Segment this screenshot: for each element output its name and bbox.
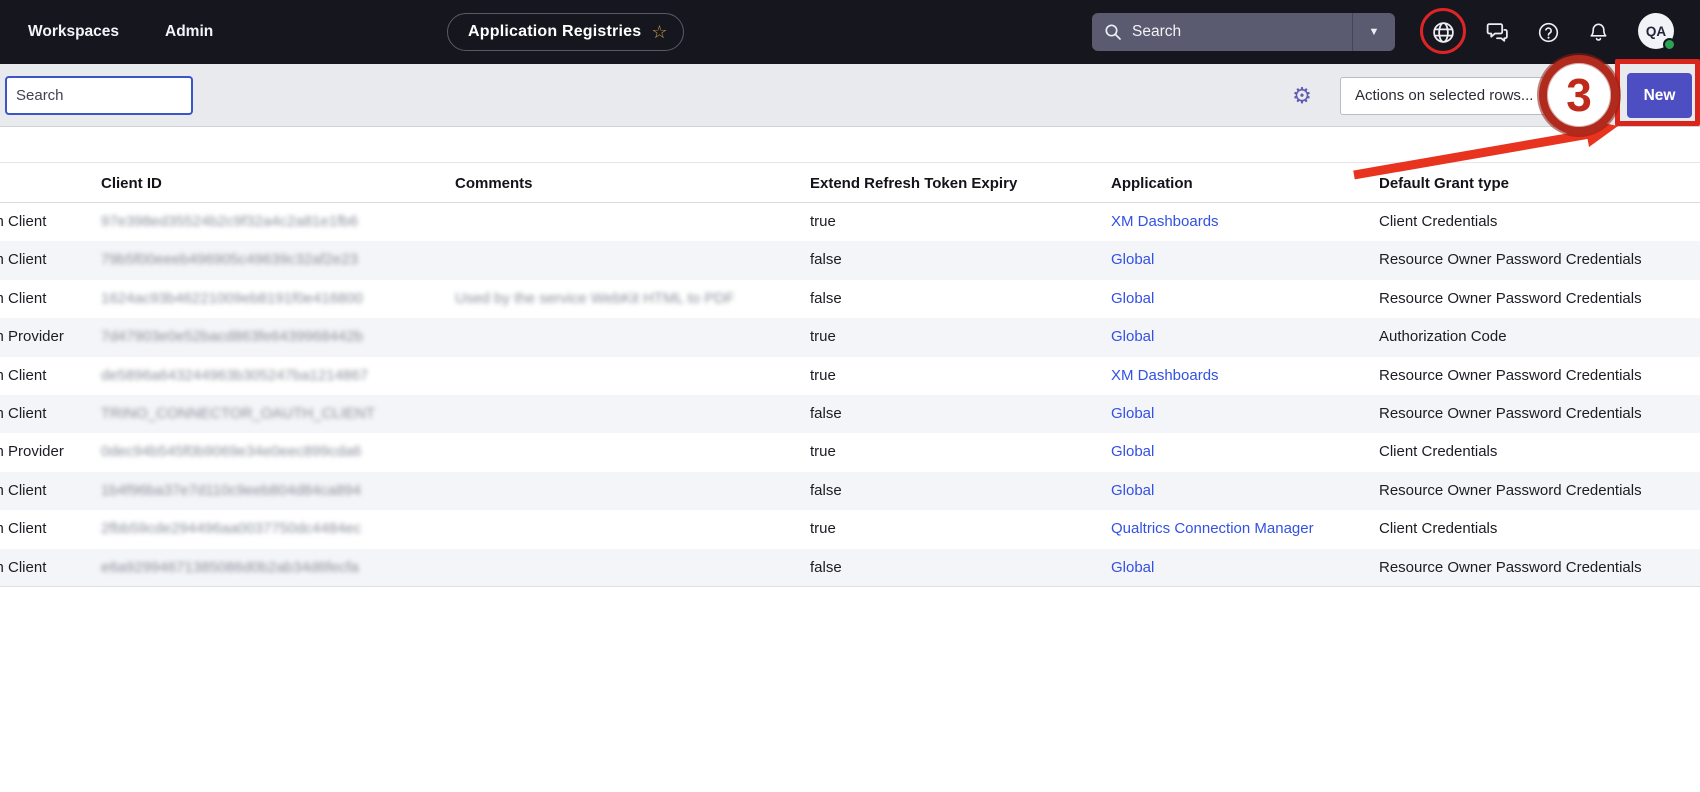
cell-client-id: 1624ac93b46221009eb8191f0e416800 — [101, 280, 363, 318]
cell-default-grant-type: Resource Owner Password Credentials — [1379, 472, 1642, 510]
table-header-row: Client ID Comments Extend Refresh Token … — [0, 162, 1700, 203]
table-row[interactable]: h Client e6a92994671385086d0b2ab34d6fecf… — [0, 549, 1700, 587]
nav-item-admin[interactable]: Admin — [165, 0, 213, 64]
search-scope-dropdown[interactable]: ▼ — [1353, 13, 1395, 51]
table-row[interactable]: h Client de5896a643244963b305247ba121486… — [0, 357, 1700, 395]
cell-application-link[interactable]: Global — [1111, 280, 1154, 318]
cell-default-grant-type: Resource Owner Password Credentials — [1379, 241, 1642, 279]
online-status-dot — [1663, 38, 1676, 51]
cell-extend-refresh-token-expiry: false — [810, 280, 842, 318]
column-header-extend-refresh-token-expiry[interactable]: Extend Refresh Token Expiry — [810, 163, 1017, 204]
table-row[interactable]: h Client 1b4f96ba37e7d110c9eeb804d84ca89… — [0, 472, 1700, 510]
cell-client-id: e6a92994671385086d0b2ab34d6fecfa — [101, 549, 359, 587]
cell-registry-type: h Client — [0, 241, 95, 279]
context-pill-application-registries[interactable]: Application Registries ☆ — [447, 13, 684, 51]
cell-default-grant-type: Resource Owner Password Credentials — [1379, 549, 1642, 587]
cell-application-link[interactable]: Qualtrics Connection Manager — [1111, 510, 1314, 548]
cell-application-link[interactable]: Global — [1111, 472, 1154, 510]
column-header-comments[interactable]: Comments — [455, 163, 533, 204]
nav-item-workspaces[interactable]: Workspaces — [28, 0, 119, 64]
cell-registry-type: h Client — [0, 472, 95, 510]
bell-icon[interactable] — [1585, 19, 1611, 45]
cell-default-grant-type: Resource Owner Password Credentials — [1379, 395, 1642, 433]
cell-default-grant-type: Resource Owner Password Credentials — [1379, 280, 1642, 318]
favorite-star-icon[interactable]: ☆ — [651, 23, 667, 41]
cell-application-link[interactable]: Global — [1111, 241, 1154, 279]
cell-client-id: de5896a643244963b305247ba1214867 — [101, 357, 368, 395]
cell-extend-refresh-token-expiry: true — [810, 318, 836, 356]
cell-client-id: 2fbb59cde294496aa0037750dc4484ec — [101, 510, 361, 548]
global-search-box[interactable]: Search ▼ — [1092, 13, 1395, 51]
cell-registry-type: h Client — [0, 395, 95, 433]
actions-on-selected-rows-dropdown[interactable]: Actions on selected rows... — [1340, 77, 1590, 115]
search-icon — [1104, 23, 1122, 41]
cell-client-id: 79b5f00eeeb496905c49639c32af2e23 — [101, 241, 358, 279]
cell-extend-refresh-token-expiry: false — [810, 549, 842, 587]
cell-comments: Used by the service WebKit HTML to PDF — [455, 280, 734, 318]
cell-extend-refresh-token-expiry: false — [810, 241, 842, 279]
cell-registry-type: h Client — [0, 549, 95, 587]
cell-extend-refresh-token-expiry: false — [810, 472, 842, 510]
cell-default-grant-type: Client Credentials — [1379, 510, 1497, 548]
cell-extend-refresh-token-expiry: true — [810, 433, 836, 471]
cell-client-id: TRINO_CONNECTOR_OAUTH_CLIENT — [101, 395, 375, 433]
table-body: h Client 97e398ed35524b2c9f32a4c2a81e1fb… — [0, 203, 1700, 587]
chat-icon[interactable] — [1484, 19, 1510, 45]
table-row[interactable]: h Provider 0dec94b545f0b9069e34e0eec899c… — [0, 433, 1700, 471]
table-row[interactable]: h Client 97e398ed35524b2c9f32a4c2a81e1fb… — [0, 203, 1700, 241]
cell-application-link[interactable]: XM Dashboards — [1111, 357, 1219, 395]
avatar-initials: QA — [1646, 24, 1666, 39]
cell-registry-type: h Provider — [0, 433, 95, 471]
cell-default-grant-type: Resource Owner Password Credentials — [1379, 357, 1642, 395]
cell-registry-type: h Client — [0, 280, 95, 318]
table-row[interactable]: h Client 2fbb59cde294496aa0037750dc4484e… — [0, 510, 1700, 548]
avatar[interactable]: QA — [1638, 13, 1674, 49]
new-button[interactable]: New — [1627, 73, 1692, 118]
cell-client-id: 0dec94b545f0b9069e34e0eec899cda6 — [101, 433, 361, 471]
cell-registry-type: h Client — [0, 203, 95, 241]
cell-application-link[interactable]: Global — [1111, 318, 1154, 356]
cell-registry-type: h Client — [0, 510, 95, 548]
cell-registry-type: h Provider — [0, 318, 95, 356]
application-registries-table: Client ID Comments Extend Refresh Token … — [0, 162, 1700, 587]
cell-application-link[interactable]: XM Dashboards — [1111, 203, 1219, 241]
cell-application-link[interactable]: Global — [1111, 433, 1154, 471]
table-row[interactable]: h Client 79b5f00eeeb496905c49639c32af2e2… — [0, 241, 1700, 279]
cell-default-grant-type: Client Credentials — [1379, 433, 1497, 471]
cell-extend-refresh-token-expiry: true — [810, 203, 836, 241]
cell-extend-refresh-token-expiry: true — [810, 357, 836, 395]
list-toolbar: ⚙ Actions on selected rows... New — [0, 64, 1700, 127]
global-search-placeholder: Search — [1132, 23, 1352, 41]
table-row[interactable]: h Client TRINO_CONNECTOR_OAUTH_CLIENT fa… — [0, 395, 1700, 433]
cell-application-link[interactable]: Global — [1111, 549, 1154, 587]
cell-client-id: 97e398ed35524b2c9f32a4c2a81e1fb6 — [101, 203, 358, 241]
table-row[interactable]: h Client 1624ac93b46221009eb8191f0e41680… — [0, 280, 1700, 318]
gear-icon[interactable]: ⚙ — [1288, 82, 1316, 110]
cell-application-link[interactable]: Global — [1111, 395, 1154, 433]
cell-registry-type: h Client — [0, 357, 95, 395]
cell-client-id: 1b4f96ba37e7d110c9eeb804d84ca894 — [101, 472, 361, 510]
cell-client-id: 7d47903e0e52bacd863fe6439968442b — [101, 318, 363, 356]
column-header-application[interactable]: Application — [1111, 163, 1193, 204]
table-search-input[interactable] — [5, 76, 193, 115]
column-header-default-grant-type[interactable]: Default Grant type — [1379, 163, 1509, 204]
top-navbar: Workspaces Admin Application Registries … — [0, 0, 1700, 64]
column-header-client-id[interactable]: Client ID — [101, 163, 162, 204]
cell-default-grant-type: Client Credentials — [1379, 203, 1497, 241]
cell-extend-refresh-token-expiry: false — [810, 395, 842, 433]
table-row[interactable]: h Provider 7d47903e0e52bacd863fe64399684… — [0, 318, 1700, 356]
page-title: Application Registries — [468, 23, 641, 41]
cell-default-grant-type: Authorization Code — [1379, 318, 1507, 356]
globe-icon[interactable] — [1430, 19, 1456, 45]
help-icon[interactable] — [1535, 19, 1561, 45]
cell-extend-refresh-token-expiry: true — [810, 510, 836, 548]
chevron-down-icon: ▼ — [1369, 26, 1380, 38]
